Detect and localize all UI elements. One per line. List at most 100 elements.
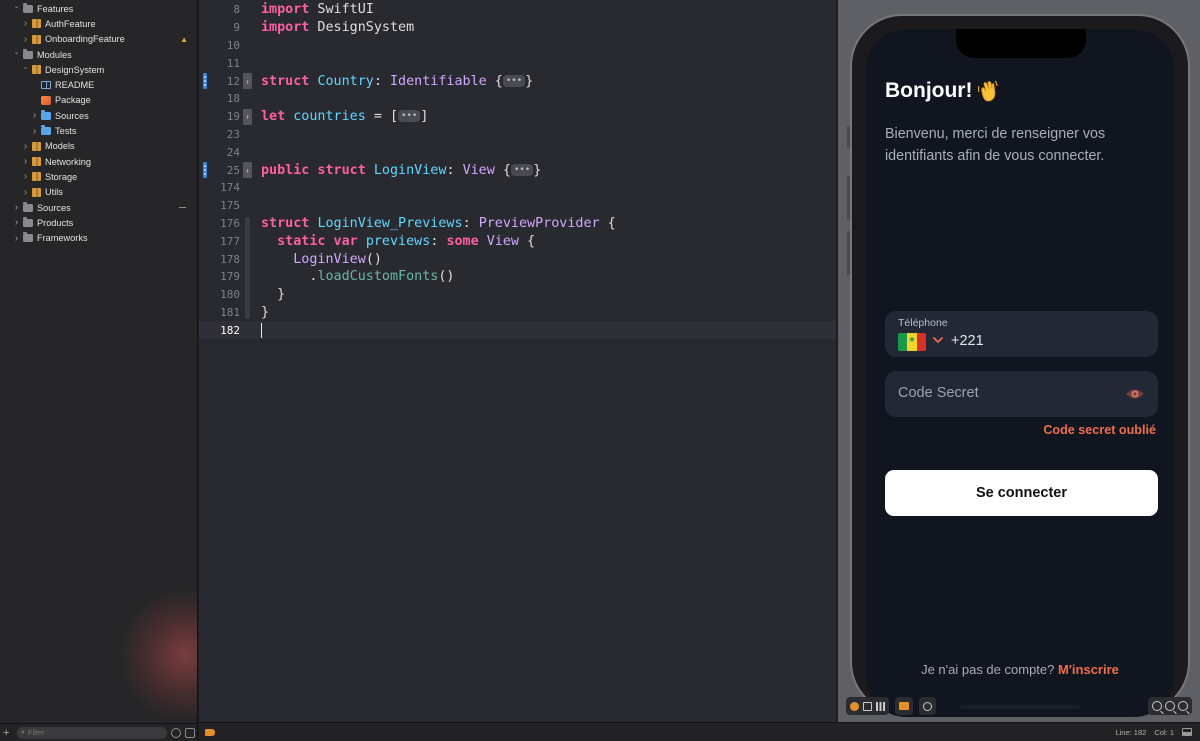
signup-link[interactable]: M'inscrire: [1058, 662, 1119, 677]
code-line[interactable]: 174: [199, 179, 836, 197]
zoom-out-icon[interactable]: [1152, 701, 1162, 711]
code-text: .loadCustomFonts(): [261, 269, 454, 284]
swift-icon: [41, 95, 51, 105]
filter-input[interactable]: [27, 728, 163, 737]
change-ribbon-marker[interactable]: [203, 73, 207, 90]
sidebar-item-sources[interactable]: › Sources: [0, 200, 197, 215]
sidebar-item-authfeature[interactable]: › AuthFeature: [0, 16, 197, 31]
code-line[interactable]: 24: [199, 143, 836, 161]
code-line[interactable]: 181}: [199, 304, 836, 322]
forgot-code-link[interactable]: Code secret oublié: [1043, 423, 1156, 437]
recent-files-icon[interactable]: [171, 727, 181, 738]
add-icon[interactable]: +: [3, 727, 13, 739]
code-text: }: [261, 287, 285, 302]
selectable-mode-icon[interactable]: [863, 701, 872, 711]
code-text: public struct LoginView: View {•••}: [261, 163, 541, 178]
disclosure-collapsed-icon[interactable]: ›: [30, 126, 39, 137]
disclosure-collapsed-icon[interactable]: ›: [21, 156, 30, 167]
disclosure-collapsed-icon[interactable]: ›: [12, 233, 21, 244]
code-line[interactable]: 8 import SwiftUI: [199, 1, 836, 19]
sidebar-item-utils[interactable]: › Utils: [0, 185, 197, 200]
line-indicator: Line: 182: [1115, 728, 1147, 737]
source-control-filter-icon[interactable]: [185, 727, 195, 738]
disclosure-collapsed-icon[interactable]: ›: [30, 110, 39, 121]
disclosure-collapsed-icon[interactable]: ›: [21, 187, 30, 198]
folded-code-placeholder[interactable]: •••: [510, 163, 534, 176]
senegal-flag-icon[interactable]: [898, 333, 926, 351]
package-icon: [32, 19, 41, 29]
device-settings-icon[interactable]: [899, 702, 909, 710]
code-line[interactable]: 19 › let countries = [•••]: [199, 108, 836, 126]
sidebar-item-label: Features: [37, 3, 74, 14]
filter-field[interactable]: ⌕: [17, 726, 167, 739]
code-line[interactable]: 176 struct LoginView_Previews: PreviewPro…: [199, 215, 836, 233]
zoom-in-icon[interactable]: [1178, 701, 1188, 711]
code-token: }: [261, 287, 286, 303]
live-preview-icon[interactable]: [850, 701, 859, 711]
sidebar-item-products[interactable]: › Products: [0, 215, 197, 230]
inspect-icon[interactable]: [923, 701, 932, 711]
code-line[interactable]: 12 › struct Country: Identifiable {•••}: [199, 72, 836, 90]
disclosure-expanded-icon[interactable]: ⌄: [12, 48, 21, 56]
code-line[interactable]: 179 .loadCustomFonts(): [199, 268, 836, 286]
fold-toggle-icon[interactable]: ›: [243, 108, 252, 125]
variants-icon[interactable]: [876, 701, 885, 711]
code-line[interactable]: 178 LoginView(): [199, 250, 836, 268]
code-token: DesignSystem: [309, 20, 415, 36]
sidebar-item-onboardingfeature[interactable]: › OnboardingFeature ▲: [0, 32, 197, 47]
disclosure-expanded-icon[interactable]: ⌄: [21, 63, 30, 71]
code-line[interactable]: 182: [199, 321, 836, 340]
phone-field[interactable]: Téléphone +221: [885, 311, 1158, 357]
greeting-title: Bonjour!: [885, 79, 973, 102]
code-line[interactable]: 11: [199, 54, 836, 72]
login-button[interactable]: Se connecter: [885, 470, 1158, 516]
preview-mode-group: [846, 697, 889, 715]
eye-icon[interactable]: [1125, 386, 1145, 402]
code-line[interactable]: 180 }: [199, 286, 836, 304]
chevron-down-icon[interactable]: [933, 335, 943, 345]
code-line[interactable]: 18: [199, 90, 836, 108]
sidebar-item-package[interactable]: Package: [0, 93, 197, 108]
warning-icon[interactable]: ▲: [180, 35, 188, 44]
sidebar-item-modules[interactable]: ⌄ Modules: [0, 47, 197, 62]
code-editor[interactable]: 8 import SwiftUI 9 import DesignSystem 10 11 1…: [199, 0, 836, 722]
code-line[interactable]: 25 › public struct LoginView: View {•••}: [199, 161, 836, 179]
disclosure-collapsed-icon[interactable]: ›: [21, 141, 30, 152]
secret-code-field[interactable]: Code Secret: [885, 371, 1158, 417]
sidebar-item-frameworks[interactable]: › Frameworks: [0, 230, 197, 245]
disclosure-collapsed-icon[interactable]: ›: [12, 202, 21, 213]
sidebar-item-features[interactable]: ⌄ Features: [0, 1, 197, 16]
line-number: 9: [233, 21, 240, 35]
change-ribbon-marker[interactable]: [203, 162, 207, 179]
sidebar-item-models[interactable]: › Models: [0, 139, 197, 154]
code-line[interactable]: 177 static var previews: some View {: [199, 232, 836, 250]
sidebar-item-storage[interactable]: › Storage: [0, 169, 197, 184]
sidebar-item-label: Utils: [45, 187, 63, 198]
folded-code-placeholder[interactable]: •••: [398, 110, 421, 123]
sidebar-item-networking[interactable]: › Networking: [0, 154, 197, 169]
toggle-debug-area-icon[interactable]: [1182, 728, 1192, 736]
sidebar-item-label: README: [55, 80, 95, 91]
code-line[interactable]: 9 import DesignSystem: [199, 19, 836, 37]
breakpoint-tag-icon[interactable]: [205, 729, 215, 736]
sidebar-item-designsystem[interactable]: ⌄ DesignSystem: [0, 62, 197, 77]
fold-toggle-icon[interactable]: ›: [243, 73, 252, 90]
zoom-reset-icon[interactable]: [1165, 701, 1175, 711]
fold-toggle-icon[interactable]: ›: [243, 162, 252, 179]
sidebar-item-label: Products: [37, 217, 74, 228]
disclosure-collapsed-icon[interactable]: ›: [21, 171, 30, 182]
sidebar-item-sources[interactable]: › Sources: [0, 108, 197, 123]
code-line[interactable]: 10: [199, 37, 836, 55]
code-line[interactable]: 23: [199, 126, 836, 144]
disclosure-collapsed-icon[interactable]: ›: [21, 18, 30, 29]
sidebar-item-tests[interactable]: › Tests: [0, 123, 197, 138]
disclosure-collapsed-icon[interactable]: ›: [21, 34, 30, 45]
code-text: LoginView(): [261, 252, 382, 267]
sidebar-item-readme[interactable]: README: [0, 77, 197, 92]
code-token: LoginView_Previews: [317, 215, 463, 231]
code-line[interactable]: 175: [199, 197, 836, 215]
code-token: let: [261, 109, 286, 125]
folded-code-placeholder[interactable]: •••: [502, 74, 526, 87]
disclosure-expanded-icon[interactable]: ⌄: [12, 2, 21, 10]
disclosure-collapsed-icon[interactable]: ›: [12, 217, 21, 228]
